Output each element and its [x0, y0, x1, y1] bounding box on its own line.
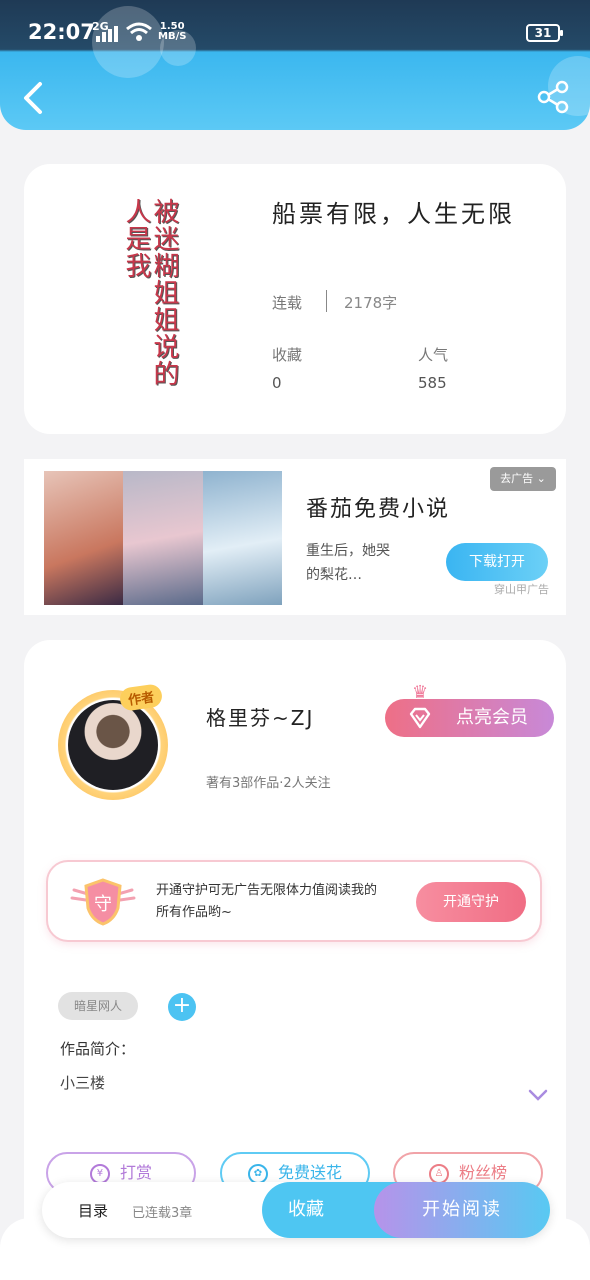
book-title: 船票有限，人生无限: [272, 200, 515, 228]
share-icon[interactable]: [536, 80, 570, 114]
avatar: [68, 700, 158, 790]
svg-text:守: 守: [94, 894, 112, 915]
chevron-down-icon[interactable]: [528, 1088, 548, 1102]
author-avatar[interactable]: 作者: [44, 680, 194, 810]
remove-ad-button[interactable]: 去广告 ⌄: [490, 467, 556, 491]
vip-button[interactable]: 点亮会员: [385, 699, 554, 737]
battery-icon: 31: [526, 24, 563, 42]
ad-banner[interactable]: 番茄免费小说 重生后，她哭的梨花… 去广告 ⌄ 下载打开 穿山甲广告: [24, 459, 566, 615]
divider: [326, 290, 327, 312]
work-tag[interactable]: 暗星网人: [58, 992, 138, 1020]
coin-icon: ¥: [89, 1163, 110, 1184]
status-time: 22:07: [28, 20, 95, 44]
net-speed: 1.50 MB/S: [158, 21, 187, 42]
diamond-icon: [409, 707, 431, 729]
toc-button[interactable]: 目录: [78, 1200, 108, 1221]
intro-label: 作品简介：: [60, 1040, 136, 1058]
book-info-card: 被迷糊姐姐说的人是我 船票有限，人生无限 连载 2178字 收藏 0 人气 58…: [24, 164, 566, 434]
wifi-icon: [126, 22, 152, 41]
bottom-action-bar: 目录 已连载3章 收藏 开始阅读: [42, 1182, 550, 1238]
add-tag-button[interactable]: +: [168, 993, 196, 1021]
chevron-left-icon[interactable]: [18, 78, 50, 118]
chapter-count: 已连载3章: [132, 1206, 193, 1221]
popularity-label: 人气: [418, 346, 449, 364]
guard-description: 开通守护可无广告无限体力值阅读我的所有作品哟~: [156, 883, 378, 920]
book-status: 连载: [272, 294, 303, 312]
author-name: 格里芬~ZJ: [206, 706, 315, 730]
guard-banner: 守 开通守护可无广告无限体力值阅读我的所有作品哟~ 开通守护: [46, 860, 542, 942]
ad-image[interactable]: [44, 471, 282, 605]
user-icon: ♙: [428, 1163, 449, 1184]
book-word-count: 2178字: [344, 294, 398, 312]
author-meta: 著有3部作品·2人关注: [206, 776, 331, 791]
guard-open-button[interactable]: 开通守护: [416, 882, 526, 922]
guard-shield-icon: 守: [70, 878, 136, 926]
ad-title: 番茄免费小说: [306, 497, 451, 522]
vip-button-label: 点亮会员: [456, 707, 528, 728]
intro-text: 小三楼: [60, 1074, 106, 1092]
ad-image-panel: [123, 471, 203, 605]
author-badge: 作者: [118, 683, 164, 712]
cover-title: 被迷糊姐姐说的人是我: [121, 198, 179, 387]
header-bar: 22:07 2G 1.50 MB/S 31: [0, 0, 590, 130]
ad-image-panel: [202, 471, 282, 605]
collect-label: 收藏: [272, 346, 303, 364]
status-bar: 22:07 2G 1.50 MB/S 31: [0, 0, 590, 52]
signal-bars-icon: [96, 26, 118, 42]
flower-icon: ✿: [247, 1163, 268, 1184]
collect-value: 0: [272, 374, 282, 392]
popularity-value: 585: [418, 374, 447, 392]
ad-source: 穿山甲广告: [494, 583, 549, 596]
ad-image-panel: [44, 471, 124, 605]
start-reading-button[interactable]: 开始阅读: [374, 1182, 550, 1238]
ad-description: 重生后，她哭的梨花…: [306, 543, 390, 583]
ad-download-button[interactable]: 下载打开: [446, 543, 548, 581]
book-cover[interactable]: 被迷糊姐姐说的人是我: [120, 192, 250, 412]
